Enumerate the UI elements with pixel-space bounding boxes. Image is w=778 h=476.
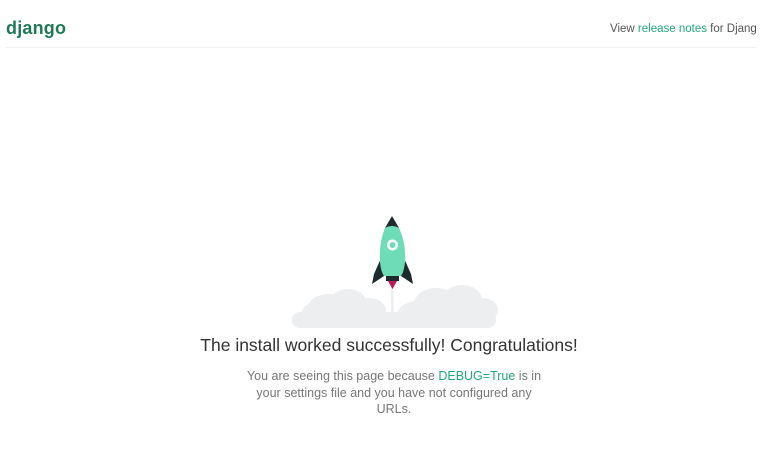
release-notes-link[interactable]: release notes	[638, 23, 707, 35]
cloud-icon	[292, 285, 498, 328]
rocket-svg	[292, 216, 498, 328]
django-logo[interactable]: django	[6, 18, 66, 39]
sub-prefix: You are seeing this page because	[246, 369, 439, 383]
rocket-icon	[372, 216, 413, 289]
debug-setting-link[interactable]: DEBUG=True	[438, 369, 515, 383]
release-prefix: View	[610, 23, 638, 35]
rocket-illustration	[286, 212, 502, 332]
exhaust-trail	[391, 286, 394, 324]
top-bar: django View release notes for Django	[6, 0, 756, 48]
debug-explanation: You are seeing this page because DEBUG=T…	[238, 368, 550, 418]
release-notes-text: View release notes for Django	[610, 23, 756, 35]
success-heading: The install worked successfully! Congrat…	[200, 335, 578, 355]
release-suffix: for Django	[710, 23, 756, 35]
